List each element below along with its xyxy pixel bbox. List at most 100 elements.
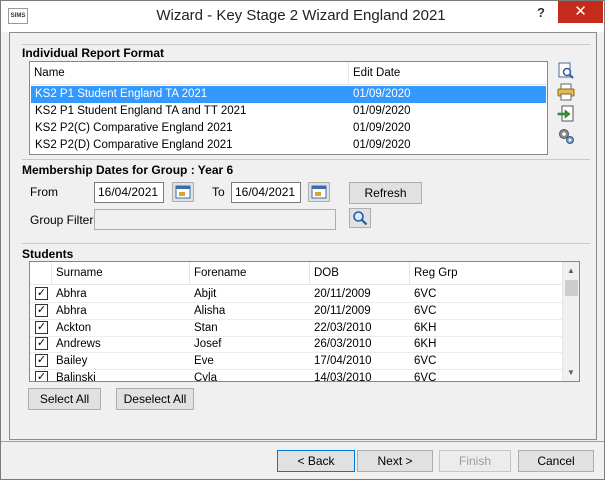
sims-app-icon: SIMS <box>8 8 28 24</box>
group-filter-input[interactable] <box>94 209 336 230</box>
student-surname-cell: Andrews <box>56 338 101 351</box>
student-surname-cell: Balinski <box>56 372 96 382</box>
to-date-input[interactable]: 16/04/2021 <box>231 182 301 203</box>
student-include-checkbox[interactable]: ✓ <box>35 320 48 334</box>
student-row[interactable]: ✓ Abhra Abjit 20/11/2009 6VC <box>30 286 562 303</box>
title-bar[interactable]: SIMS Wizard - Key Stage 2 Wizard England… <box>1 1 604 32</box>
student-dob-cell: 20/11/2009 <box>314 288 371 300</box>
column-header-check <box>30 262 52 285</box>
calendar-icon <box>311 185 327 199</box>
report-format-row[interactable]: KS2 P2(C) Comparative England 2021 01/09/… <box>31 120 546 137</box>
from-date-input[interactable]: 16/04/2021 <box>94 182 164 203</box>
student-include-checkbox[interactable]: ✓ <box>35 354 48 368</box>
student-dob-cell: 17/04/2010 <box>314 355 372 368</box>
calendar-icon <box>175 185 191 199</box>
student-reg-cell: 6VC <box>414 355 437 368</box>
student-forename-cell: Abjit <box>194 288 217 300</box>
preview-icon[interactable] <box>557 62 575 80</box>
column-header-dob[interactable]: DOB <box>310 262 410 285</box>
scroll-up-arrow-icon[interactable]: ▲ <box>563 262 579 279</box>
column-header-name[interactable]: Name <box>30 62 349 85</box>
report-edit-date-cell: 01/09/2020 <box>353 139 411 151</box>
students-vertical-scrollbar[interactable]: ▲ ▼ <box>562 262 579 381</box>
print-icon[interactable] <box>557 83 575 101</box>
wizard-window: SIMS Wizard - Key Stage 2 Wizard England… <box>0 0 605 480</box>
student-forename-cell: Stan <box>194 321 218 334</box>
column-header-surname[interactable]: Surname <box>52 262 190 285</box>
scroll-down-arrow-icon[interactable]: ▼ <box>563 364 579 381</box>
from-label: From <box>30 185 58 199</box>
group-divider <box>22 159 590 160</box>
report-name-cell: KS2 P1 Student England TA and TT 2021 <box>35 105 247 117</box>
report-format-row[interactable]: KS2 P1 Student England TA and TT 2021 01/… <box>31 103 546 120</box>
report-edit-date-cell: 01/09/2020 <box>353 105 411 117</box>
group-filter-label: Group Filter <box>30 213 94 227</box>
student-forename-cell: Josef <box>194 338 222 351</box>
student-reg-cell: 6VC <box>414 288 437 300</box>
scroll-thumb[interactable] <box>565 280 578 296</box>
search-icon <box>353 211 368 226</box>
student-reg-cell: 6KH <box>414 321 437 334</box>
group-divider <box>22 44 590 45</box>
students-grid[interactable]: Surname Forename DOB Reg Grp ✓ Abhra Abjit… <box>29 261 580 382</box>
close-button[interactable]: ✕ <box>558 1 603 23</box>
wizard-content: Individual Report Format Name Edit Date … <box>9 32 597 440</box>
report-edit-date-cell: 01/09/2020 <box>353 88 411 100</box>
report-format-group-label: Individual Report Format <box>22 46 165 60</box>
student-dob-cell: 26/03/2010 <box>314 338 372 351</box>
report-name-cell: KS2 P2(C) Comparative England 2021 <box>35 122 233 134</box>
settings-icon[interactable] <box>557 127 575 145</box>
report-format-row[interactable]: KS2 P2(D) Comparative England 2021 01/09/… <box>31 137 546 154</box>
report-name-cell: KS2 P2(D) Comparative England 2021 <box>35 139 233 151</box>
report-edit-date-cell: 01/09/2020 <box>353 122 411 134</box>
student-dob-cell: 20/11/2009 <box>314 304 371 317</box>
students-header: Surname Forename DOB Reg Grp <box>30 262 562 285</box>
select-all-button[interactable]: Select All <box>28 388 101 410</box>
student-include-checkbox[interactable]: ✓ <box>35 337 48 351</box>
student-surname-cell: Abhra <box>56 288 87 300</box>
back-button[interactable]: < Back <box>277 450 355 472</box>
student-dob-cell: 22/03/2010 <box>314 321 372 334</box>
student-surname-cell: Abhra <box>56 304 87 317</box>
student-forename-cell: Eve <box>194 355 214 368</box>
column-header-reg-grp[interactable]: Reg Grp <box>410 262 562 285</box>
column-header-forename[interactable]: Forename <box>190 262 310 285</box>
student-reg-cell: 6VC <box>414 372 437 382</box>
report-format-row[interactable]: KS2 P1 Student England TA 2021 01/09/2020 <box>31 86 546 103</box>
column-header-edit-date[interactable]: Edit Date <box>349 62 547 85</box>
report-name-cell: KS2 P1 Student England TA 2021 <box>35 88 208 100</box>
student-surname-cell: Ackton <box>56 321 92 334</box>
deselect-all-button[interactable]: Deselect All <box>116 388 194 410</box>
to-label: To <box>212 185 225 199</box>
report-format-list[interactable]: Name Edit Date KS2 P1 Student England TA… <box>29 61 548 155</box>
student-reg-cell: 6VC <box>414 304 437 317</box>
from-calendar-button[interactable] <box>172 182 194 202</box>
help-button[interactable]: ? <box>531 5 551 25</box>
student-row[interactable]: ✓ Ackton Stan 22/03/2010 6KH <box>30 320 562 337</box>
student-row[interactable]: ✓ Abhra Alisha 20/11/2009 6VC <box>30 303 562 320</box>
footer-divider <box>1 441 604 442</box>
report-format-header: Name Edit Date <box>30 62 547 85</box>
student-include-checkbox[interactable]: ✓ <box>35 287 48 300</box>
student-include-checkbox[interactable]: ✓ <box>35 303 48 317</box>
students-group-label: Students <box>22 247 74 261</box>
student-row[interactable]: ✓ Andrews Josef 26/03/2010 6KH <box>30 336 562 354</box>
student-surname-cell: Bailey <box>56 355 88 368</box>
export-icon[interactable] <box>557 105 575 123</box>
group-divider <box>22 243 590 244</box>
finish-button[interactable]: Finish <box>439 450 511 472</box>
window-title: Wizard - Key Stage 2 Wizard England 2021 <box>156 7 446 24</box>
student-forename-cell: Cyla <box>194 372 218 382</box>
membership-group-label: Membership Dates for Group : Year 6 <box>22 163 234 177</box>
refresh-button[interactable]: Refresh <box>349 182 422 204</box>
student-row[interactable]: ✓ Balinski Cyla 14/03/2010 6VC <box>30 370 562 382</box>
student-include-checkbox[interactable]: ✓ <box>35 371 48 381</box>
student-row[interactable]: ✓ Bailey Eve 17/04/2010 6VC <box>30 353 562 371</box>
next-button[interactable]: Next > <box>357 450 433 472</box>
cancel-button[interactable]: Cancel <box>518 450 594 472</box>
student-dob-cell: 14/03/2010 <box>314 372 372 382</box>
student-forename-cell: Alisha <box>194 304 226 317</box>
to-calendar-button[interactable] <box>308 182 330 202</box>
group-filter-search-button[interactable] <box>349 208 371 228</box>
student-reg-cell: 6KH <box>414 338 437 351</box>
